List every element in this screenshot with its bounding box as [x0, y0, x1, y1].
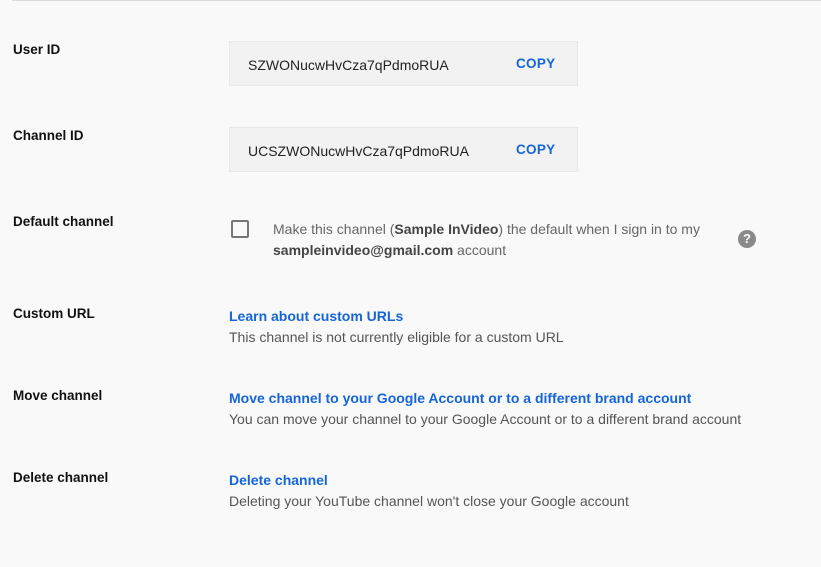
delete-channel-link[interactable]: Delete channel: [229, 472, 328, 488]
channel-id-label: Channel ID: [13, 128, 84, 143]
channel-name: Sample InVideo: [394, 221, 499, 237]
account-email: sampleinvideo@gmail.com: [273, 242, 454, 258]
channel-id-box: UCSZWONucwHvCza7qPdmoRUA COPY: [229, 127, 578, 172]
learn-custom-urls-link[interactable]: Learn about custom URLs: [229, 308, 403, 324]
move-channel-description: You can move your channel to your Google…: [229, 411, 742, 427]
user-id-box: SZWONucwHvCza7qPdmoRUA COPY: [229, 41, 578, 86]
text-after: account: [453, 242, 507, 258]
copy-channel-id-button[interactable]: COPY: [516, 142, 555, 157]
delete-channel-description: Deleting your YouTube channel won't clos…: [229, 493, 629, 509]
text-middle: ) the default when I sign in to my: [498, 221, 700, 237]
move-channel-label: Move channel: [13, 388, 103, 403]
default-channel-label: Default channel: [13, 214, 114, 229]
default-channel-description: Make this channel (Sample InVideo) the d…: [273, 219, 723, 261]
copy-user-id-button[interactable]: COPY: [516, 56, 555, 71]
user-id-value: SZWONucwHvCza7qPdmoRUA: [248, 57, 449, 73]
default-channel-checkbox[interactable]: [231, 220, 249, 238]
custom-url-label: Custom URL: [13, 306, 95, 321]
top-divider: [12, 0, 821, 1]
help-icon[interactable]: ?: [738, 230, 756, 248]
move-channel-link[interactable]: Move channel to your Google Account or t…: [229, 390, 691, 406]
text-before: Make this channel (: [273, 221, 395, 237]
custom-url-description: This channel is not currently eligible f…: [229, 329, 564, 345]
delete-channel-label: Delete channel: [13, 470, 109, 485]
user-id-label: User ID: [13, 42, 61, 57]
channel-id-value: UCSZWONucwHvCza7qPdmoRUA: [248, 143, 469, 159]
